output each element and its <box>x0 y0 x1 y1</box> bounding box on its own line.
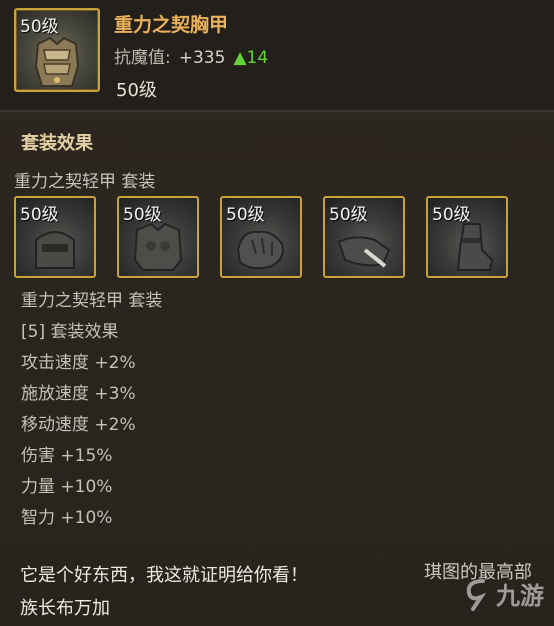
item-icon-level: 50级 <box>20 17 59 37</box>
resist-row: 抗魔值: +335 ▲14 <box>114 43 268 68</box>
resist-change: ▲14 <box>233 48 269 68</box>
set-bonus-name: 重力之契轻甲 套装 <box>21 291 163 311</box>
nine-game-logo-icon <box>466 578 487 611</box>
watermark-text: 九游 <box>496 582 544 610</box>
resist-value: +335 <box>178 48 226 68</box>
item-level: 50级 <box>116 80 157 101</box>
flavor-quote: 它是个好东西，我这就证明给你看！ <box>20 565 308 586</box>
divider <box>0 110 554 112</box>
item-tooltip: 50级 重力之契胸甲 抗魔值: +335 ▲14 50级 套装效果 重力之契轻甲 套… <box>0 0 554 626</box>
set-bonus-stat: 智力 +10% <box>21 508 113 528</box>
item-icon[interactable]: 50级 <box>14 8 100 92</box>
helmet-icon <box>35 231 75 269</box>
set-bonus-stat: 施放速度 +3% <box>21 384 136 404</box>
watermark: 九游 <box>463 576 544 611</box>
set-bonus-header: [5] 套装效果 <box>21 322 119 342</box>
set-bonus-stat: 移动速度 +2% <box>21 415 136 435</box>
set-name: 重力之契轻甲 套装 <box>14 172 156 192</box>
chest-icon <box>133 222 183 271</box>
set-piece-slot[interactable]: 50级 <box>117 196 199 278</box>
set-piece-slot[interactable]: 50级 <box>220 196 302 278</box>
set-piece-slot[interactable]: 50级 <box>426 196 508 278</box>
boots-icon <box>456 223 494 271</box>
flavor-author: 族长布万加 <box>20 598 110 619</box>
item-name: 重力之契胸甲 <box>114 14 229 36</box>
set-bonus-stat: 力量 +10% <box>21 477 113 497</box>
resist-label: 抗魔值: <box>114 48 171 68</box>
set-piece-slot[interactable]: 50级 <box>14 196 96 278</box>
set-effect-title: 套装效果 <box>21 133 93 154</box>
set-piece-slot[interactable]: 50级 <box>323 196 405 278</box>
chest-armor-icon <box>34 36 80 87</box>
set-bonus-stat: 攻击速度 +2% <box>21 353 136 373</box>
gloves-icon <box>236 230 284 270</box>
belt-icon <box>337 236 391 268</box>
set-bonus-stat: 伤害 +15% <box>21 446 113 466</box>
